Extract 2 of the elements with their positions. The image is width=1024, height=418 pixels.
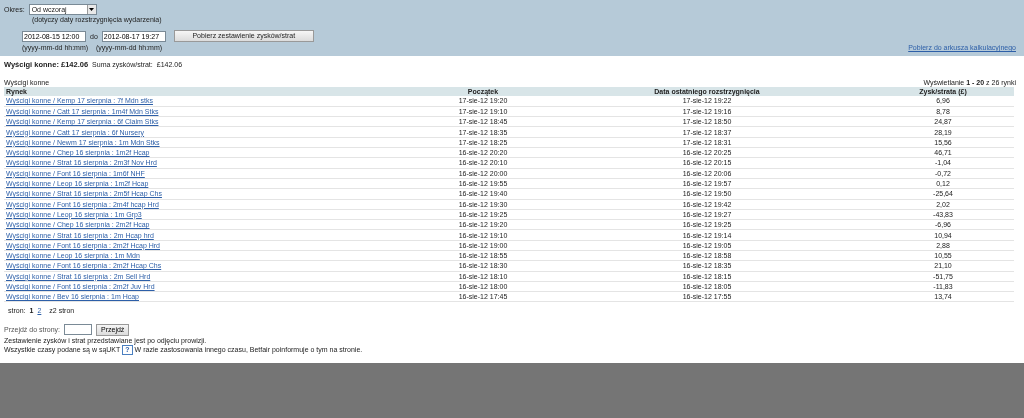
caret-icon [89, 8, 95, 11]
page-number-field[interactable] [64, 324, 93, 336]
